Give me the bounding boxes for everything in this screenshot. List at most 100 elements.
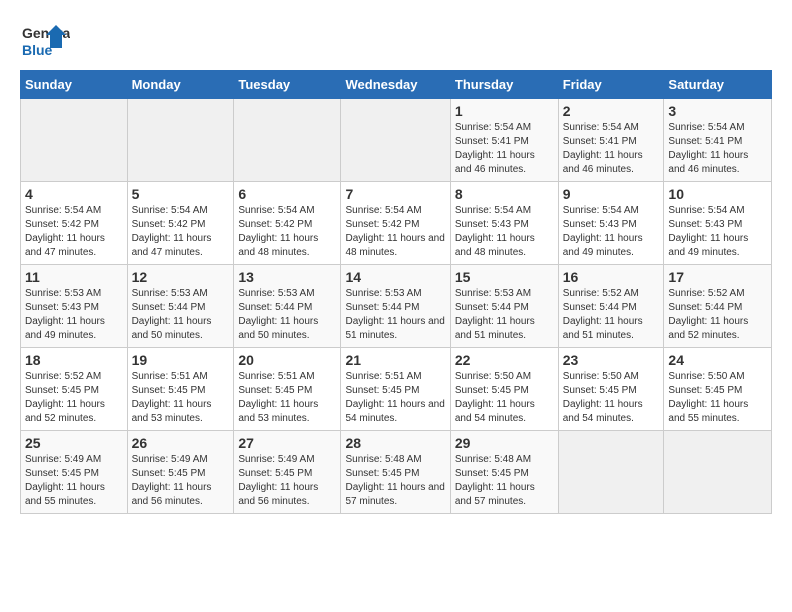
- day-number: 17: [668, 269, 767, 285]
- day-detail: Sunrise: 5:53 AMSunset: 5:43 PMDaylight:…: [25, 287, 123, 343]
- day-detail: Sunrise: 5:51 AMSunset: 5:45 PMDaylight:…: [238, 370, 336, 426]
- calendar-cell: 17 Sunrise: 5:52 AMSunset: 5:44 PMDayligh…: [664, 265, 772, 348]
- calendar-cell: 1 Sunrise: 5:54 AMSunset: 5:41 PMDaylight…: [450, 99, 558, 182]
- day-detail: Sunrise: 5:49 AMSunset: 5:45 PMDaylight:…: [238, 453, 336, 509]
- weekday-header-saturday: Saturday: [664, 71, 772, 99]
- day-number: 18: [25, 352, 123, 368]
- day-number: 11: [25, 269, 123, 285]
- day-detail: Sunrise: 5:54 AMSunset: 5:42 PMDaylight:…: [132, 204, 230, 260]
- calendar-cell: 12 Sunrise: 5:53 AMSunset: 5:44 PMDayligh…: [127, 265, 234, 348]
- calendar-week-4: 18 Sunrise: 5:52 AMSunset: 5:45 PMDayligh…: [21, 348, 772, 431]
- day-detail: Sunrise: 5:52 AMSunset: 5:44 PMDaylight:…: [563, 287, 660, 343]
- calendar-cell: [664, 431, 772, 514]
- calendar-cell: 13 Sunrise: 5:53 AMSunset: 5:44 PMDayligh…: [234, 265, 341, 348]
- calendar-cell: [558, 431, 664, 514]
- day-detail: Sunrise: 5:54 AMSunset: 5:42 PMDaylight:…: [345, 204, 445, 260]
- weekday-header-wednesday: Wednesday: [341, 71, 450, 99]
- calendar-cell: 20 Sunrise: 5:51 AMSunset: 5:45 PMDayligh…: [234, 348, 341, 431]
- day-number: 8: [455, 186, 554, 202]
- day-detail: Sunrise: 5:53 AMSunset: 5:44 PMDaylight:…: [238, 287, 336, 343]
- logo: GeneralBlue: [20, 20, 70, 60]
- day-detail: Sunrise: 5:54 AMSunset: 5:41 PMDaylight:…: [668, 121, 767, 177]
- day-number: 9: [563, 186, 660, 202]
- day-number: 20: [238, 352, 336, 368]
- day-number: 5: [132, 186, 230, 202]
- calendar-cell: 7 Sunrise: 5:54 AMSunset: 5:42 PMDaylight…: [341, 182, 450, 265]
- day-number: 6: [238, 186, 336, 202]
- day-detail: Sunrise: 5:49 AMSunset: 5:45 PMDaylight:…: [25, 453, 123, 509]
- day-detail: Sunrise: 5:53 AMSunset: 5:44 PMDaylight:…: [455, 287, 554, 343]
- day-number: 21: [345, 352, 445, 368]
- calendar-cell: [127, 99, 234, 182]
- day-number: 16: [563, 269, 660, 285]
- day-number: 4: [25, 186, 123, 202]
- day-number: 10: [668, 186, 767, 202]
- day-number: 2: [563, 103, 660, 119]
- calendar-cell: 25 Sunrise: 5:49 AMSunset: 5:45 PMDayligh…: [21, 431, 128, 514]
- day-number: 26: [132, 435, 230, 451]
- day-number: 12: [132, 269, 230, 285]
- day-detail: Sunrise: 5:51 AMSunset: 5:45 PMDaylight:…: [132, 370, 230, 426]
- svg-text:Blue: Blue: [22, 42, 53, 58]
- calendar-cell: 14 Sunrise: 5:53 AMSunset: 5:44 PMDayligh…: [341, 265, 450, 348]
- day-detail: Sunrise: 5:50 AMSunset: 5:45 PMDaylight:…: [668, 370, 767, 426]
- page-header: GeneralBlue: [20, 20, 772, 60]
- day-detail: Sunrise: 5:54 AMSunset: 5:41 PMDaylight:…: [455, 121, 554, 177]
- day-detail: Sunrise: 5:54 AMSunset: 5:43 PMDaylight:…: [668, 204, 767, 260]
- day-number: 19: [132, 352, 230, 368]
- day-detail: Sunrise: 5:51 AMSunset: 5:45 PMDaylight:…: [345, 370, 445, 426]
- day-detail: Sunrise: 5:54 AMSunset: 5:42 PMDaylight:…: [238, 204, 336, 260]
- day-detail: Sunrise: 5:54 AMSunset: 5:43 PMDaylight:…: [455, 204, 554, 260]
- calendar-cell: 29 Sunrise: 5:48 AMSunset: 5:45 PMDayligh…: [450, 431, 558, 514]
- weekday-header-sunday: Sunday: [21, 71, 128, 99]
- calendar-week-2: 4 Sunrise: 5:54 AMSunset: 5:42 PMDaylight…: [21, 182, 772, 265]
- calendar-cell: 5 Sunrise: 5:54 AMSunset: 5:42 PMDaylight…: [127, 182, 234, 265]
- calendar-week-3: 11 Sunrise: 5:53 AMSunset: 5:43 PMDayligh…: [21, 265, 772, 348]
- day-number: 14: [345, 269, 445, 285]
- calendar-cell: 18 Sunrise: 5:52 AMSunset: 5:45 PMDayligh…: [21, 348, 128, 431]
- weekday-header-thursday: Thursday: [450, 71, 558, 99]
- day-detail: Sunrise: 5:48 AMSunset: 5:45 PMDaylight:…: [455, 453, 554, 509]
- day-number: 13: [238, 269, 336, 285]
- calendar-cell: 28 Sunrise: 5:48 AMSunset: 5:45 PMDayligh…: [341, 431, 450, 514]
- calendar-cell: [21, 99, 128, 182]
- day-detail: Sunrise: 5:52 AMSunset: 5:45 PMDaylight:…: [25, 370, 123, 426]
- weekday-header-friday: Friday: [558, 71, 664, 99]
- calendar-cell: [234, 99, 341, 182]
- calendar-cell: 9 Sunrise: 5:54 AMSunset: 5:43 PMDaylight…: [558, 182, 664, 265]
- calendar-table: SundayMondayTuesdayWednesdayThursdayFrid…: [20, 70, 772, 514]
- calendar-cell: 2Sunrise: 5:54 AMSunset: 5:41 PMDaylight…: [558, 99, 664, 182]
- day-detail: Sunrise: 5:49 AMSunset: 5:45 PMDaylight:…: [132, 453, 230, 509]
- logo-svg: GeneralBlue: [20, 20, 70, 60]
- calendar-cell: 11 Sunrise: 5:53 AMSunset: 5:43 PMDayligh…: [21, 265, 128, 348]
- weekday-header-tuesday: Tuesday: [234, 71, 341, 99]
- day-detail: Sunrise: 5:54 AMSunset: 5:43 PMDaylight:…: [563, 204, 660, 260]
- day-number: 25: [25, 435, 123, 451]
- calendar-cell: 15Sunrise: 5:53 AMSunset: 5:44 PMDayligh…: [450, 265, 558, 348]
- day-number: 28: [345, 435, 445, 451]
- day-number: 7: [345, 186, 445, 202]
- day-number: 23: [563, 352, 660, 368]
- calendar-cell: 8 Sunrise: 5:54 AMSunset: 5:43 PMDaylight…: [450, 182, 558, 265]
- calendar-cell: 10 Sunrise: 5:54 AMSunset: 5:43 PMDayligh…: [664, 182, 772, 265]
- day-detail: Sunrise: 5:53 AMSunset: 5:44 PMDaylight:…: [345, 287, 445, 343]
- day-detail: Sunrise: 5:50 AMSunset: 5:45 PMDaylight:…: [563, 370, 660, 426]
- weekday-header-row: SundayMondayTuesdayWednesdayThursdayFrid…: [21, 71, 772, 99]
- day-detail: Sunrise: 5:48 AMSunset: 5:45 PMDaylight:…: [345, 453, 445, 509]
- day-number: 1: [455, 103, 554, 119]
- day-detail: Sunrise: 5:52 AMSunset: 5:44 PMDaylight:…: [668, 287, 767, 343]
- calendar-cell: 6 Sunrise: 5:54 AMSunset: 5:42 PMDaylight…: [234, 182, 341, 265]
- calendar-week-5: 25 Sunrise: 5:49 AMSunset: 5:45 PMDayligh…: [21, 431, 772, 514]
- calendar-cell: 21 Sunrise: 5:51 AMSunset: 5:45 PMDayligh…: [341, 348, 450, 431]
- calendar-cell: 27 Sunrise: 5:49 AMSunset: 5:45 PMDayligh…: [234, 431, 341, 514]
- day-detail: Sunrise: 5:53 AMSunset: 5:44 PMDaylight:…: [132, 287, 230, 343]
- day-number: 27: [238, 435, 336, 451]
- day-number: 3: [668, 103, 767, 119]
- day-number: 24: [668, 352, 767, 368]
- weekday-header-monday: Monday: [127, 71, 234, 99]
- calendar-cell: 26 Sunrise: 5:49 AMSunset: 5:45 PMDayligh…: [127, 431, 234, 514]
- calendar-week-1: 1 Sunrise: 5:54 AMSunset: 5:41 PMDaylight…: [21, 99, 772, 182]
- day-number: 29: [455, 435, 554, 451]
- day-number: 22: [455, 352, 554, 368]
- calendar-cell: 19 Sunrise: 5:51 AMSunset: 5:45 PMDayligh…: [127, 348, 234, 431]
